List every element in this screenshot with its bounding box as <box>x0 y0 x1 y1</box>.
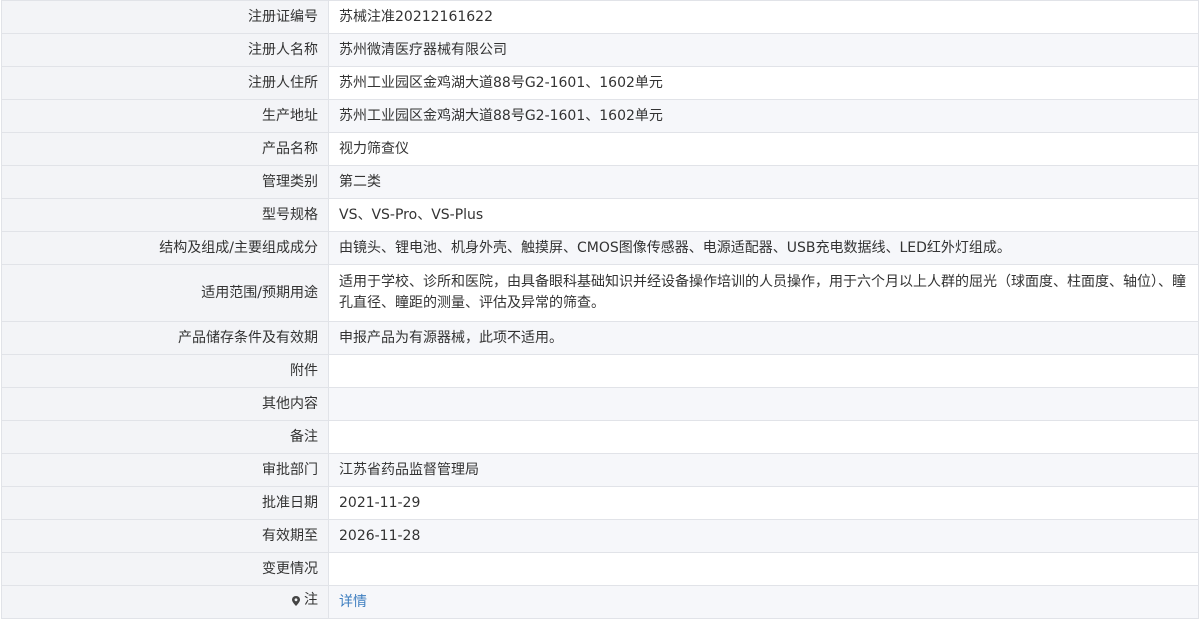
field-value-note: 详情 <box>328 585 1199 619</box>
field-value-management-category: 第二类 <box>328 165 1199 199</box>
field-label-change-status: 变更情况 <box>1 552 329 586</box>
table-row: 批准日期 2021-11-29 <box>1 486 1199 520</box>
field-label-attachments: 附件 <box>1 354 329 388</box>
field-label-intended-use: 适用范围/预期用途 <box>1 264 329 322</box>
field-value-other-content <box>328 387 1199 421</box>
field-value-product-name: 视力筛查仪 <box>328 132 1199 166</box>
table-row: 附件 <box>1 354 1199 388</box>
field-value-registration-number: 苏械注准20212161622 <box>328 0 1199 34</box>
field-label-remarks: 备注 <box>1 420 329 454</box>
details-link[interactable]: 详情 <box>339 594 367 610</box>
table-row: 注册人名称 苏州微清医疗器械有限公司 <box>1 33 1199 67</box>
field-value-change-status <box>328 552 1199 586</box>
field-value-model-specification: VS、VS-Pro、VS-Plus <box>328 198 1199 232</box>
table-row: 审批部门 江苏省药品监督管理局 <box>1 453 1199 487</box>
field-label-production-address: 生产地址 <box>1 99 329 133</box>
field-value-valid-until: 2026-11-28 <box>328 519 1199 553</box>
field-label-model-specification: 型号规格 <box>1 198 329 232</box>
field-label-registrant-name: 注册人名称 <box>1 33 329 67</box>
table-row: 注 详情 <box>1 585 1199 619</box>
table-row: 产品储存条件及有效期 申报产品为有源器械，此项不适用。 <box>1 321 1199 355</box>
field-label-management-category: 管理类别 <box>1 165 329 199</box>
field-value-approval-department: 江苏省药品监督管理局 <box>328 453 1199 487</box>
field-value-intended-use: 适用于学校、诊所和医院，由具备眼科基础知识并经设备操作培训的人员操作，用于六个月… <box>328 264 1199 322</box>
note-label: 注 <box>290 590 318 611</box>
field-label-approval-department: 审批部门 <box>1 453 329 487</box>
table-row: 适用范围/预期用途 适用于学校、诊所和医院，由具备眼科基础知识并经设备操作培训的… <box>1 264 1199 322</box>
table-row: 结构及组成/主要组成成分 由镜头、锂电池、机身外壳、触摸屏、CMOS图像传感器、… <box>1 231 1199 265</box>
field-label-valid-until: 有效期至 <box>1 519 329 553</box>
field-value-registrant-address: 苏州工业园区金鸡湖大道88号G2-1601、1602单元 <box>328 66 1199 100</box>
table-row: 备注 <box>1 420 1199 454</box>
field-label-product-name: 产品名称 <box>1 132 329 166</box>
table-row: 有效期至 2026-11-28 <box>1 519 1199 553</box>
table-row: 型号规格 VS、VS-Pro、VS-Plus <box>1 198 1199 232</box>
field-label-note: 注 <box>1 585 329 619</box>
table-row: 注册人住所 苏州工业园区金鸡湖大道88号G2-1601、1602单元 <box>1 66 1199 100</box>
field-value-production-address: 苏州工业园区金鸡湖大道88号G2-1601、1602单元 <box>328 99 1199 133</box>
field-value-storage-conditions: 申报产品为有源器械，此项不适用。 <box>328 321 1199 355</box>
table-row: 注册证编号 苏械注准20212161622 <box>1 0 1199 34</box>
table-row: 产品名称 视力筛查仪 <box>1 132 1199 166</box>
note-label-text: 注 <box>304 592 318 609</box>
field-label-registration-number: 注册证编号 <box>1 0 329 34</box>
field-label-storage-conditions: 产品储存条件及有效期 <box>1 321 329 355</box>
field-value-attachments <box>328 354 1199 388</box>
field-value-structure-composition: 由镜头、锂电池、机身外壳、触摸屏、CMOS图像传感器、电源适配器、USB充电数据… <box>328 231 1199 265</box>
field-value-approval-date: 2021-11-29 <box>328 486 1199 520</box>
table-row: 生产地址 苏州工业园区金鸡湖大道88号G2-1601、1602单元 <box>1 99 1199 133</box>
field-value-remarks <box>328 420 1199 454</box>
field-value-registrant-name: 苏州微清医疗器械有限公司 <box>328 33 1199 67</box>
field-label-other-content: 其他内容 <box>1 387 329 421</box>
pin-icon <box>292 595 300 606</box>
field-label-registrant-address: 注册人住所 <box>1 66 329 100</box>
field-label-structure-composition: 结构及组成/主要组成成分 <box>1 231 329 265</box>
table-row: 变更情况 <box>1 552 1199 586</box>
table-row: 管理类别 第二类 <box>1 165 1199 199</box>
table-row: 其他内容 <box>1 387 1199 421</box>
field-label-approval-date: 批准日期 <box>1 486 329 520</box>
registration-info-table: 注册证编号 苏械注准20212161622 注册人名称 苏州微清医疗器械有限公司… <box>1 0 1199 619</box>
